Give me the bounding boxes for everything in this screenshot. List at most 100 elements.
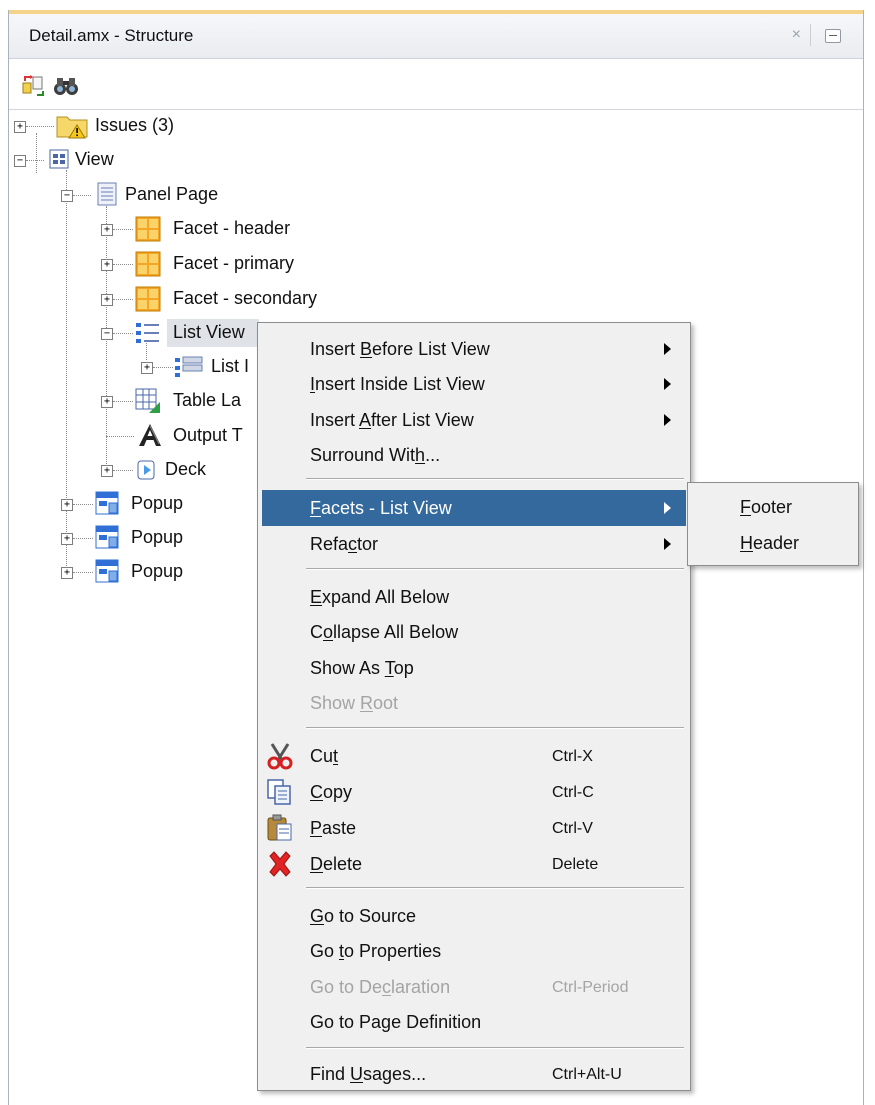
menu-label-text: o to Source <box>324 906 417 926</box>
menu-item-delete[interactable]: Delete Delete <box>258 846 690 882</box>
popup-icon <box>95 559 121 585</box>
scissors-icon <box>266 742 294 770</box>
menu-label-text: o Properties <box>344 941 442 961</box>
menu-item-go-to-properties[interactable]: Go to Properties <box>258 933 690 969</box>
panel-header: Detail.amx - Structure × <box>9 14 863 59</box>
structure-toolbar <box>9 59 863 110</box>
tree-item-panel-page[interactable]: − Panel Page <box>9 180 309 210</box>
minimize-icon[interactable] <box>825 29 841 43</box>
menu-item-insert-before[interactable]: Insert Before List View <box>258 331 690 367</box>
menu-item-paste[interactable]: Paste Ctrl-V <box>258 810 690 846</box>
tree-item-output-text[interactable]: Output T <box>9 421 269 451</box>
copy-icon <box>266 778 294 806</box>
panel-page-icon <box>97 182 117 206</box>
menu-item-copy[interactable]: Copy Ctrl-C <box>258 774 690 810</box>
menu-label-text: opy <box>323 782 353 802</box>
menu-label-text: op <box>393 658 414 678</box>
shortcut-label: Delete <box>552 856 599 873</box>
expand-icon[interactable]: + <box>101 294 113 306</box>
tree-item-facet-header[interactable]: + Facet - header <box>9 214 339 244</box>
collapse-icon[interactable]: − <box>101 328 113 340</box>
menu-label-text: acets - List View <box>321 498 452 518</box>
expand-icon[interactable]: + <box>61 499 73 511</box>
menu-item-collapse-all-below[interactable]: Collapse All Below <box>258 614 690 650</box>
menu-label-text: Refa <box>310 534 349 554</box>
mnemonic: C <box>310 782 323 802</box>
mnemonic: F <box>740 497 751 517</box>
mnemonic: H <box>740 533 753 553</box>
mnemonic: G <box>310 906 325 926</box>
menu-label-text: Insert <box>310 339 361 359</box>
tree-label: Table La <box>173 390 242 410</box>
mnemonic: E <box>310 587 323 607</box>
tree-item-popup[interactable]: + Popup <box>9 489 259 519</box>
tree-item-facet-secondary[interactable]: + Facet - secondary <box>9 284 359 314</box>
menu-item-insert-after[interactable]: Insert After List View <box>258 402 690 438</box>
mnemonic: B <box>360 339 373 359</box>
menu-label-text: Go to Pa <box>310 1012 382 1032</box>
tree-item-table-layout[interactable]: + Table La <box>9 386 269 416</box>
close-icon[interactable]: × <box>792 26 801 44</box>
menu-item-find-usages[interactable]: Find Usages... Ctrl+Alt-U <box>258 1056 690 1092</box>
expand-icon[interactable]: + <box>101 465 113 477</box>
menu-item-surround-with[interactable]: Surround With... <box>258 437 690 473</box>
mnemonic: A <box>359 410 372 430</box>
tree-connector <box>113 401 133 402</box>
facet-icon <box>135 286 161 312</box>
tree-label: Popup <box>131 493 184 513</box>
tree-item-deck[interactable]: + Deck <box>9 455 269 485</box>
expand-icon[interactable]: + <box>101 224 113 236</box>
expand-icon[interactable]: + <box>61 533 73 545</box>
menu-item-refactor[interactable]: Refactor <box>258 526 690 562</box>
collapse-icon[interactable]: − <box>61 190 73 202</box>
expand-icon[interactable]: + <box>141 362 153 374</box>
menu-item-cut[interactable]: Cut Ctrl-X <box>258 738 690 774</box>
facet-icon <box>135 251 161 277</box>
tree-label: View <box>75 149 114 169</box>
tree-item-list-view[interactable]: − List View <box>9 318 269 348</box>
menu-item-insert-inside[interactable]: Insert Inside List View <box>258 366 690 402</box>
menu-label-text: tor <box>357 534 379 554</box>
expand-icon[interactable]: + <box>101 259 113 271</box>
tree-item-issues[interactable]: + Issues (3) <box>9 111 309 141</box>
menu-label-text: oot <box>373 693 399 713</box>
menu-label-text: elete <box>323 854 363 874</box>
menu-label-text: Go to De <box>310 977 383 997</box>
menu-label-text: Surround Wit <box>310 445 416 465</box>
expand-icon[interactable]: + <box>101 396 113 408</box>
tree-item-facet-primary[interactable]: + Facet - primary <box>9 249 339 279</box>
menu-label-text: Show As <box>310 658 385 678</box>
menu-item-go-to-source[interactable]: Go to Source <box>258 898 690 934</box>
menu-label-text: xpand All Below <box>322 587 450 607</box>
delete-x-icon <box>266 850 294 878</box>
menu-label-text: efore List View <box>372 339 490 359</box>
find-binoculars-icon[interactable] <box>53 75 79 97</box>
submenu-item-footer[interactable]: Footer <box>740 497 792 518</box>
shortcut-label: Ctrl+Alt-U <box>552 1066 622 1083</box>
menu-item-go-to-page-definition[interactable]: Go to Page Definition <box>258 1004 690 1040</box>
shortcut-label: Ctrl-C <box>552 784 594 801</box>
submenu-item-header[interactable]: Header <box>740 533 799 554</box>
tree-item-popup[interactable]: + Popup <box>9 557 259 587</box>
expand-icon[interactable]: + <box>14 121 26 133</box>
menu-label-text: Show <box>310 693 361 713</box>
tree-item-list-item[interactable]: + List I <box>9 352 269 382</box>
menu-item-show-as-top[interactable]: Show As Top <box>258 650 690 686</box>
submenu-arrow-icon <box>664 502 671 514</box>
mnemonic: F <box>310 498 321 518</box>
collapse-icon[interactable]: − <box>14 155 26 167</box>
shortcut-label: Ctrl-Period <box>552 979 629 996</box>
tree-item-view[interactable]: − View <box>9 145 309 175</box>
menu-item-facets[interactable]: Facets - List View <box>262 490 686 526</box>
menu-item-expand-all-below[interactable]: Expand All Below <box>258 579 690 615</box>
expand-icon[interactable]: + <box>61 567 73 579</box>
tree-label: Panel Page <box>125 184 219 204</box>
tree-label: Issues (3) <box>95 115 175 135</box>
tree-item-popup[interactable]: + Popup <box>9 523 259 553</box>
list-view-icon <box>135 322 161 344</box>
menu-separator <box>306 887 684 889</box>
paste-icon <box>266 814 294 842</box>
menu-label-text: Cu <box>310 746 334 766</box>
deck-icon <box>137 459 159 481</box>
synchronize-with-editor-icon[interactable] <box>21 75 47 97</box>
